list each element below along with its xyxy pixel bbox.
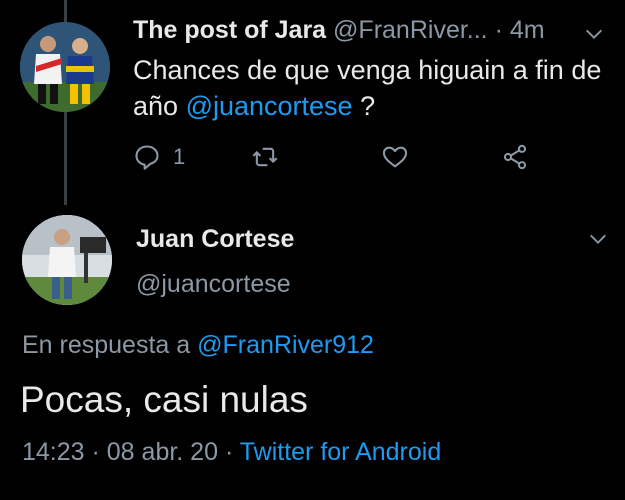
- parent-time-ago[interactable]: 4m: [510, 16, 545, 44]
- tweet-text: Pocas, casi nulas: [20, 379, 308, 420]
- meta-separator: ·: [84, 438, 107, 466]
- reply-context: En respuesta a @FranRiver912: [22, 328, 374, 362]
- reply-to-handle-link[interactable]: @FranRiver912: [197, 331, 374, 359]
- like-icon: [382, 146, 408, 168]
- parent-text-after: ?: [352, 91, 376, 121]
- retweet-button[interactable]: [251, 140, 279, 174]
- parent-tweet-header: The post of Jara @FranRiver... · 4m: [133, 12, 603, 48]
- share-icon: [503, 144, 527, 170]
- parent-author-handle[interactable]: @FranRiver...: [333, 16, 488, 44]
- author-handle[interactable]: @juancortese: [136, 267, 291, 301]
- reply-button[interactable]: 1: [133, 140, 185, 174]
- like-button[interactable]: [381, 140, 409, 174]
- parent-tweet-text: Chances de que venga higuain a fin de añ…: [133, 52, 603, 124]
- chevron-down-icon[interactable]: [583, 23, 605, 45]
- retweet-icon: [252, 147, 278, 167]
- reply-icon: [135, 145, 159, 170]
- author-name[interactable]: Juan Cortese: [136, 222, 294, 256]
- reply-count: 1: [173, 144, 186, 169]
- tweet-metadata: 14:23 · 08 abr. 20 · Twitter for Android: [22, 435, 441, 469]
- share-button[interactable]: [501, 140, 529, 174]
- tweet-time[interactable]: 14:23: [22, 438, 85, 466]
- parent-tweet-actions: 1: [133, 140, 553, 174]
- reply-prefix: En respuesta a: [22, 331, 198, 359]
- tweet-date[interactable]: 08 abr. 20: [107, 438, 218, 466]
- tweet-source-link[interactable]: Twitter for Android: [240, 438, 441, 466]
- avatar-juan-cortese[interactable]: [22, 215, 112, 305]
- parent-mention-link[interactable]: @juancortese: [186, 91, 353, 121]
- parent-separator: ·: [487, 16, 510, 44]
- parent-author-name[interactable]: The post of Jara: [133, 16, 326, 44]
- meta-separator: ·: [218, 438, 240, 466]
- chevron-down-icon[interactable]: [587, 228, 609, 250]
- avatar-the-post-of-jara[interactable]: [20, 22, 110, 112]
